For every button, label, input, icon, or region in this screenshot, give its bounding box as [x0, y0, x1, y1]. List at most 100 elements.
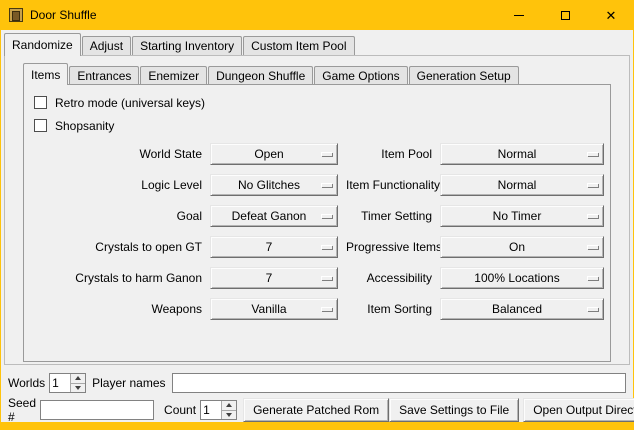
item-sorting-dropdown[interactable]: Balanced — [440, 298, 604, 320]
crystals-harm-ganon-dropdown[interactable]: 7 — [210, 267, 338, 289]
count-label: Count — [164, 403, 196, 417]
worlds-spinner-buttons — [70, 374, 85, 392]
options-grid: World State Open Item Pool Normal Logic … — [34, 143, 610, 320]
item-functionality-label: Item Functionality — [346, 178, 432, 192]
maximize-icon — [561, 11, 570, 20]
seed-label: Seed # — [8, 396, 36, 424]
dropdown-indicator-icon — [587, 214, 598, 218]
dropdown-indicator-icon — [321, 245, 332, 249]
goal-value: Defeat Ganon — [232, 209, 317, 223]
count-spinner[interactable] — [200, 400, 237, 420]
tab-starting-inventory[interactable]: Starting Inventory — [132, 36, 242, 55]
dropdown-indicator-icon — [321, 183, 332, 187]
dropdown-indicator-icon — [321, 214, 332, 218]
world-state-dropdown[interactable]: Open — [210, 143, 338, 165]
tab-randomize[interactable]: Randomize — [4, 33, 81, 56]
progressive-items-value: On — [509, 240, 535, 254]
logic-level-label: Logic Level — [34, 178, 202, 192]
progressive-items-dropdown[interactable]: On — [440, 236, 604, 258]
worlds-spinner[interactable] — [49, 373, 86, 393]
crystals-open-gt-dropdown[interactable]: 7 — [210, 236, 338, 258]
item-pool-label: Item Pool — [346, 147, 432, 161]
spin-down-button[interactable] — [221, 410, 236, 420]
accessibility-label: Accessibility — [346, 271, 432, 285]
dropdown-indicator-icon — [587, 152, 598, 156]
tab-game-options[interactable]: Game Options — [314, 66, 407, 84]
crystals-harm-ganon-label: Crystals to harm Ganon — [34, 271, 202, 285]
dropdown-indicator-icon — [587, 183, 598, 187]
dropdown-indicator-icon — [587, 307, 598, 311]
app-icon[interactable] — [9, 8, 23, 22]
item-sorting-value: Balanced — [492, 302, 552, 316]
tab-adjust[interactable]: Adjust — [82, 36, 131, 55]
tab-items[interactable]: Items — [23, 63, 68, 85]
accessibility-dropdown[interactable]: 100% Locations — [440, 267, 604, 289]
spin-up-button[interactable] — [221, 401, 236, 410]
world-state-label: World State — [34, 147, 202, 161]
shopsanity-row: Shopsanity — [34, 114, 610, 137]
item-sorting-label: Item Sorting — [346, 302, 432, 316]
generate-patched-rom-button[interactable]: Generate Patched Rom — [243, 398, 389, 422]
item-pool-dropdown[interactable]: Normal — [440, 143, 604, 165]
shopsanity-checkbox[interactable] — [34, 119, 47, 132]
secondary-tab-bar: Items Entrances Enemizer Dungeon Shuffle… — [5, 61, 629, 84]
goal-dropdown[interactable]: Defeat Ganon — [210, 205, 338, 227]
seed-input[interactable] — [40, 400, 154, 420]
timer-setting-dropdown[interactable]: No Timer — [440, 205, 604, 227]
worlds-input[interactable] — [50, 374, 70, 392]
minimize-button[interactable] — [496, 0, 542, 30]
save-settings-button[interactable]: Save Settings to File — [389, 398, 519, 422]
dropdown-indicator-icon — [587, 245, 598, 249]
item-pool-value: Normal — [498, 147, 547, 161]
crystals-open-gt-label: Crystals to open GT — [34, 240, 202, 254]
player-names-label: Player names — [92, 376, 165, 390]
window-controls: ✕ — [496, 0, 634, 30]
close-button[interactable]: ✕ — [588, 0, 634, 30]
count-input[interactable] — [201, 401, 221, 419]
tab-generation-setup[interactable]: Generation Setup — [409, 66, 519, 84]
crystals-harm-ganon-value: 7 — [266, 271, 283, 285]
progressive-items-label: Progressive Items — [346, 240, 432, 254]
item-functionality-value: Normal — [498, 178, 547, 192]
retro-mode-row: Retro mode (universal keys) — [34, 91, 610, 114]
weapons-dropdown[interactable]: Vanilla — [210, 298, 338, 320]
crystals-open-gt-value: 7 — [266, 240, 283, 254]
dropdown-indicator-icon — [321, 307, 332, 311]
shopsanity-label: Shopsanity — [55, 119, 114, 133]
window-title: Door Shuffle — [30, 8, 97, 22]
dropdown-indicator-icon — [587, 276, 598, 280]
dropdown-indicator-icon — [321, 152, 332, 156]
arrow-up-icon — [226, 403, 232, 407]
open-output-directory-button[interactable]: Open Output Directory — [523, 398, 634, 422]
goal-label: Goal — [34, 209, 202, 223]
tab-enemizer[interactable]: Enemizer — [140, 66, 207, 84]
worlds-row: Worlds Player names — [8, 372, 626, 394]
weapons-label: Weapons — [34, 302, 202, 316]
maximize-button[interactable] — [542, 0, 588, 30]
close-icon: ✕ — [606, 9, 617, 22]
spin-down-button[interactable] — [70, 383, 85, 393]
timer-setting-value: No Timer — [493, 209, 552, 223]
accessibility-value: 100% Locations — [474, 271, 569, 285]
player-names-input[interactable] — [172, 373, 627, 393]
arrow-up-icon — [75, 376, 81, 380]
arrow-down-icon — [75, 386, 81, 390]
tab-entrances[interactable]: Entrances — [69, 66, 139, 84]
randomize-tab-page: Items Entrances Enemizer Dungeon Shuffle… — [4, 55, 630, 365]
spin-up-button[interactable] — [70, 374, 85, 383]
arrow-down-icon — [226, 413, 232, 417]
primary-tab-bar: Randomize Adjust Starting Inventory Cust… — [1, 31, 633, 55]
retro-mode-label: Retro mode (universal keys) — [55, 96, 205, 110]
tab-dungeon-shuffle[interactable]: Dungeon Shuffle — [208, 66, 313, 84]
logic-level-value: No Glitches — [238, 178, 310, 192]
logic-level-dropdown[interactable]: No Glitches — [210, 174, 338, 196]
world-state-value: Open — [254, 147, 293, 161]
tab-custom-item-pool[interactable]: Custom Item Pool — [243, 36, 354, 55]
count-spinner-buttons — [221, 401, 236, 419]
worlds-label: Worlds — [8, 376, 45, 390]
items-tab-page: Retro mode (universal keys) Shopsanity W… — [23, 84, 611, 362]
minimize-icon — [514, 15, 524, 16]
app-window: Door Shuffle ✕ Randomize Adjust Starting… — [0, 0, 634, 430]
retro-mode-checkbox[interactable] — [34, 96, 47, 109]
item-functionality-dropdown[interactable]: Normal — [440, 174, 604, 196]
